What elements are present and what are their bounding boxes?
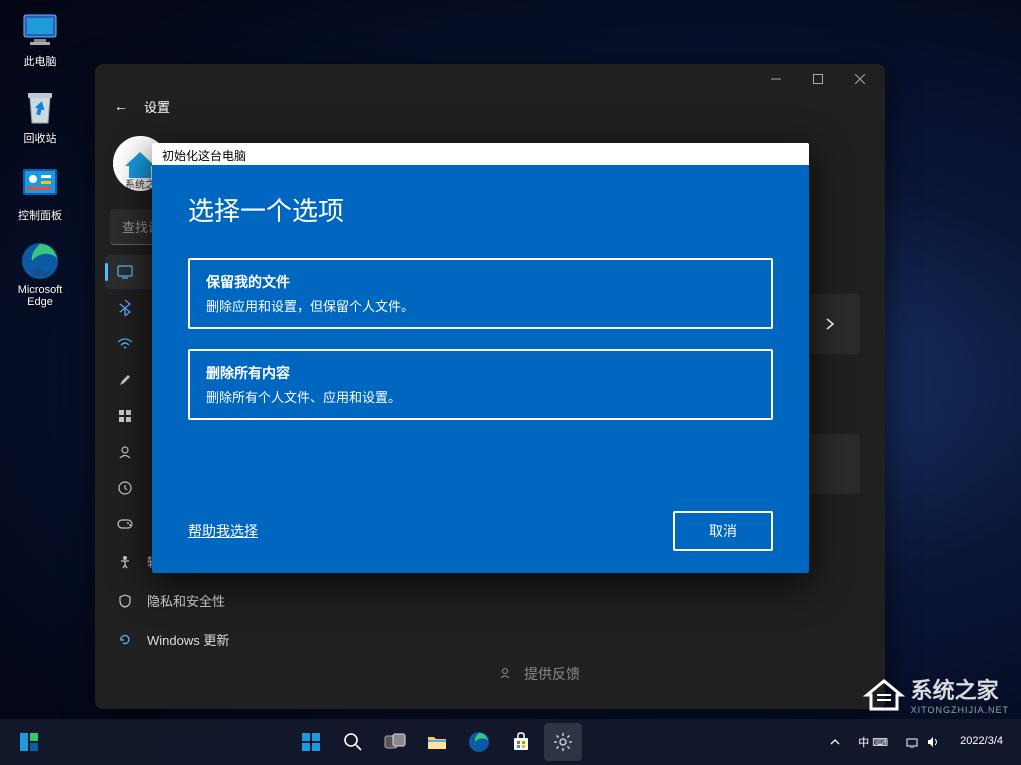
desktop-icon-label: Microsoft Edge [18, 284, 63, 308]
privacy-icon [117, 593, 133, 609]
option-title: 保留我的文件 [206, 272, 755, 292]
watermark: 系统之家 XITONGZHIJIA.NET [863, 673, 1009, 715]
nav-label: Windows 更新 [147, 630, 229, 649]
taskbar: 中 ⌨ 2022/3/4 [0, 719, 1021, 765]
ime-indicator[interactable]: 中 ⌨ [852, 730, 894, 754]
desktop-icon-this-pc[interactable]: 此电脑 [8, 10, 72, 69]
system-tray: 中 ⌨ 2022/3/4 [824, 730, 1011, 754]
bluetooth-icon [117, 300, 133, 316]
desktop-icon-edge[interactable]: Microsoft Edge [8, 241, 72, 308]
reset-option-remove-everything[interactable]: 删除所有内容 删除所有个人文件、应用和设置。 [188, 349, 773, 420]
dialog-title-bar: 初始化这台电脑 [152, 143, 809, 165]
game-icon [117, 516, 133, 532]
settings-header: ← 设置 [95, 94, 885, 128]
nav-label: 隐私和安全性 [147, 591, 225, 610]
option-description: 删除应用和设置，但保留个人文件。 [206, 296, 755, 315]
search-button[interactable] [334, 723, 372, 761]
desktop-icon-label: 回收站 [24, 130, 57, 146]
back-button[interactable]: ← [110, 94, 132, 118]
window-titlebar [95, 64, 885, 94]
desktop-icons: 此电脑 回收站 控制面板 Microsoft Edge [8, 10, 72, 308]
watermark-logo-icon [863, 675, 905, 713]
recovery-option-card[interactable] [800, 434, 860, 494]
store-button[interactable] [502, 723, 540, 761]
pc-icon [20, 10, 60, 50]
edge-taskbar-button[interactable] [460, 723, 498, 761]
accessibility-icon [117, 554, 133, 570]
dialog-heading: 选择一个选项 [188, 191, 773, 228]
nav-item-privacy[interactable]: 隐私和安全性 [105, 582, 375, 619]
minimize-button[interactable] [755, 65, 797, 93]
file-explorer-button[interactable] [418, 723, 456, 761]
volume-icon [926, 736, 940, 748]
option-description: 删除所有个人文件、应用和设置。 [206, 387, 755, 406]
reset-pc-dialog: 初始化这台电脑 选择一个选项 保留我的文件 删除应用和设置，但保留个人文件。 删… [152, 143, 809, 573]
taskbar-center [50, 723, 824, 761]
time-icon [117, 480, 133, 496]
settings-taskbar-button[interactable] [544, 723, 582, 761]
system-icon [117, 264, 133, 280]
recovery-option-expand[interactable] [800, 294, 860, 354]
update-icon [117, 632, 133, 648]
watermark-subtitle: XITONGZHIJIA.NET [911, 705, 1009, 715]
desktop-icon-label: 控制面板 [18, 207, 62, 223]
apps-icon [117, 408, 133, 424]
network-volume-tray[interactable] [900, 732, 946, 752]
nav-item-update[interactable]: Windows 更新 [105, 621, 375, 658]
feedback-link[interactable]: 提供反馈 [500, 664, 580, 684]
control-panel-icon [20, 164, 60, 204]
account-icon [117, 444, 133, 460]
feedback-icon [500, 667, 514, 681]
cancel-button[interactable]: 取消 [673, 511, 773, 551]
close-button[interactable] [839, 65, 881, 93]
brush-icon [117, 372, 133, 388]
watermark-text: 系统之家 [911, 673, 1009, 705]
edge-icon [20, 241, 60, 281]
start-button[interactable] [292, 723, 330, 761]
wifi-icon [117, 336, 133, 352]
feedback-label: 提供反馈 [524, 664, 580, 684]
chevron-up-icon [830, 738, 840, 746]
network-icon [906, 736, 920, 748]
tray-overflow[interactable] [824, 734, 846, 750]
desktop-icon-control-panel[interactable]: 控制面板 [8, 164, 72, 223]
desktop-icon-label: 此电脑 [24, 53, 57, 69]
desktop-icon-recycle-bin[interactable]: 回收站 [8, 87, 72, 146]
option-title: 删除所有内容 [206, 363, 755, 383]
taskbar-datetime[interactable]: 2022/3/4 [952, 735, 1011, 748]
maximize-button[interactable] [797, 65, 839, 93]
reset-option-keep-files[interactable]: 保留我的文件 删除应用和设置，但保留个人文件。 [188, 258, 773, 329]
svg-text:系统之: 系统之 [125, 178, 155, 191]
taskbar-date: 2022/3/4 [960, 735, 1003, 748]
task-view-button[interactable] [376, 723, 414, 761]
help-link[interactable]: 帮助我选择 [188, 521, 258, 541]
widgets-button[interactable] [10, 723, 48, 761]
settings-title: 设置 [144, 97, 170, 116]
recycle-icon [20, 87, 60, 127]
